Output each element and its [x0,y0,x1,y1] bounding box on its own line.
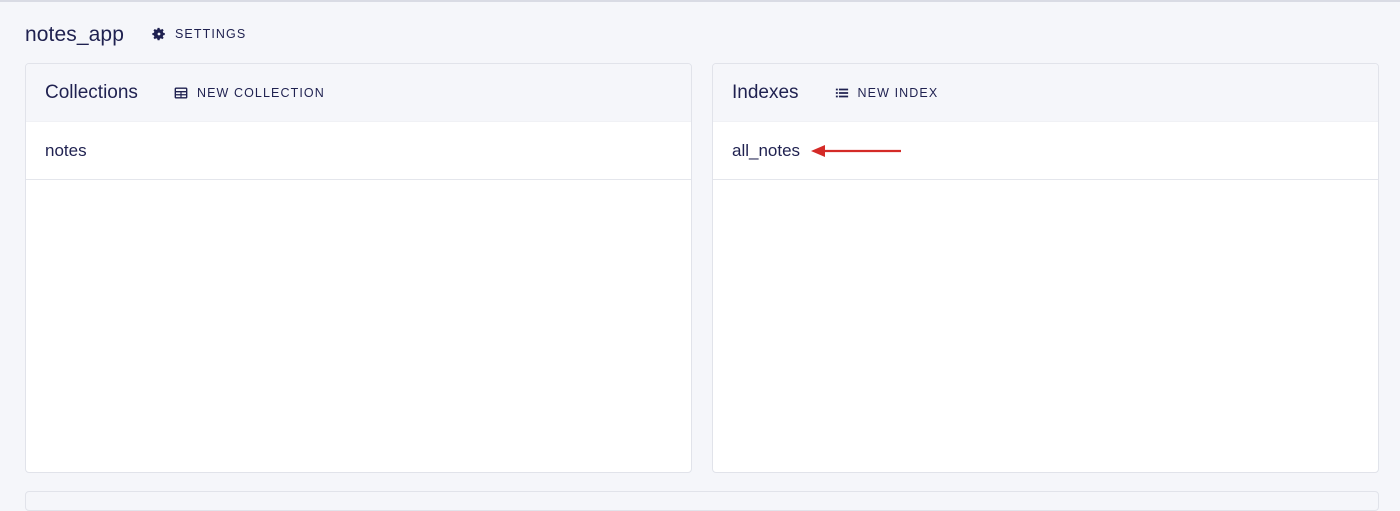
new-collection-label: NEW COLLECTION [196,85,325,100]
settings-label: SETTINGS [175,27,247,41]
collections-title: Collections [45,81,138,103]
new-index-label: NEW INDEX [857,85,939,100]
gear-icon [152,27,166,41]
indexes-title: Indexes [732,81,799,103]
page-header: notes_app SETTINGS [25,20,246,50]
new-index-button[interactable]: NEW INDEX [835,86,939,100]
new-collection-button[interactable]: NEW COLLECTION [174,86,325,100]
bottom-panel [25,491,1379,511]
settings-button[interactable]: SETTINGS [152,27,246,41]
indexes-panel: Indexes NEW INDEX all_notes [712,63,1379,473]
collections-panel: Collections NEW COLLECTION notes [25,63,692,473]
list-icon [835,86,849,100]
table-icon [174,86,188,100]
collection-item-label: notes [45,140,87,160]
arrow-left-icon [811,145,901,157]
indexes-header: Indexes NEW INDEX [713,64,1378,122]
top-border [0,0,1400,2]
index-item-label: all_notes [732,140,801,160]
database-title: notes_app [25,23,124,46]
collection-item-notes[interactable]: notes [26,122,691,180]
index-item-all-notes[interactable]: all_notes [713,122,1378,180]
collections-header: Collections NEW COLLECTION [26,64,691,122]
